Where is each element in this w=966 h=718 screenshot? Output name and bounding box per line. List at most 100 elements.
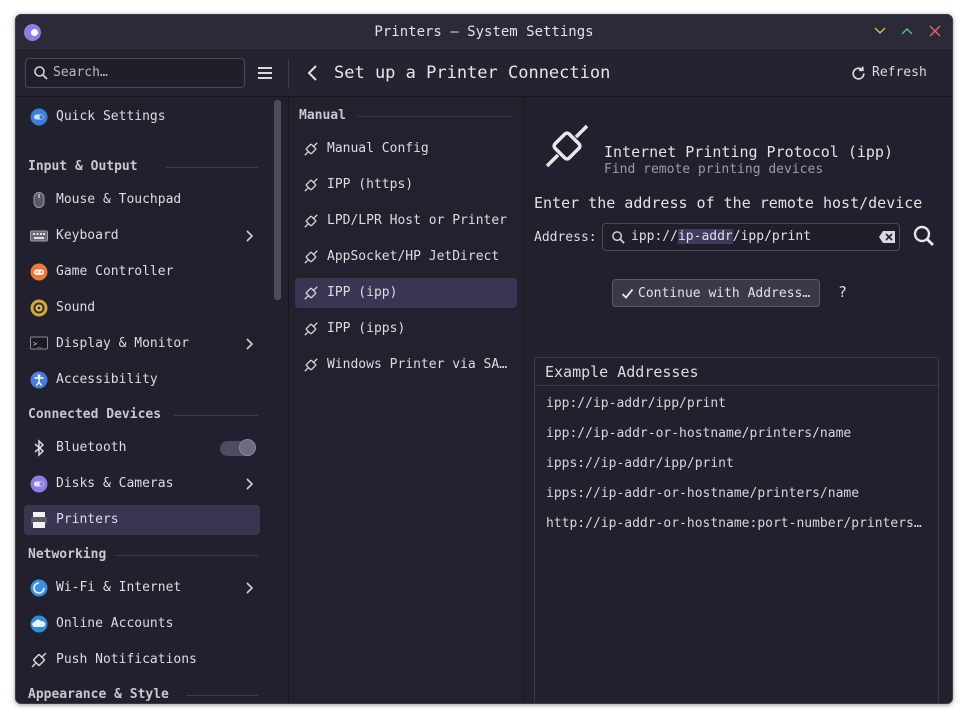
disks-icon	[30, 475, 48, 493]
category-divider	[357, 116, 513, 117]
category-divider	[116, 555, 258, 556]
search-input[interactable]: Search…	[25, 58, 245, 88]
window-title: Printers — System Settings	[374, 24, 594, 40]
plug-icon	[304, 322, 318, 336]
category-divider	[174, 415, 258, 416]
sidebar-item-keyboard[interactable]: Keyboard	[24, 221, 260, 251]
refresh-label: Refresh	[872, 65, 927, 80]
address-label: Address:	[534, 230, 597, 245]
sidebar: Quick Settings Input & Output Mouse & To…	[16, 97, 268, 703]
svg-text:>_: >_	[33, 340, 42, 348]
connection-detail-panel: Internet Printing Protocol (ipp) Find re…	[524, 97, 952, 703]
plug-icon	[304, 142, 318, 156]
sidebar-item-label: Keyboard	[56, 228, 119, 243]
sidebar-item-bluetooth[interactable]: Bluetooth	[24, 433, 260, 463]
address-suffix: /ipp/print	[732, 229, 812, 244]
continue-label: Continue with Address…	[638, 286, 811, 301]
category-manual: Manual	[299, 108, 346, 123]
connection-item-label: IPP (https)	[327, 177, 414, 192]
chevron-right-icon	[246, 338, 254, 350]
list-item[interactable]: ipps://ip-addr/ipp/print	[546, 456, 926, 471]
sidebar-scrollbar[interactable]	[274, 100, 281, 300]
example-addresses-box: Example Addresses ipp://ip-addr/ipp/prin…	[534, 357, 939, 703]
search-icon	[612, 231, 625, 244]
category-divider	[166, 167, 258, 168]
find-device-button[interactable]	[912, 223, 936, 249]
sidebar-item-sound[interactable]: Sound	[24, 293, 260, 323]
quick-settings-icon	[30, 108, 48, 126]
sidebar-item-label: Display & Monitor	[56, 336, 190, 351]
minimize-button[interactable]	[871, 22, 889, 40]
connection-item-label: Manual Config	[327, 141, 429, 156]
title-bar: Printers — System Settings	[16, 15, 952, 51]
back-arrow-icon[interactable]	[306, 64, 320, 82]
search-placeholder: Search…	[53, 65, 108, 80]
address-input[interactable]: ipp://ip-addr/ipp/print	[602, 223, 900, 251]
category-input-output: Input & Output	[28, 159, 138, 174]
sidebar-item-wifi[interactable]: Wi-Fi & Internet	[24, 573, 260, 603]
sidebar-item-online-accounts[interactable]: Online Accounts	[24, 609, 260, 639]
plug-icon	[545, 124, 589, 168]
accessibility-icon	[30, 371, 48, 389]
list-item[interactable]: ipp://ip-addr/ipp/print	[546, 396, 926, 411]
plug-icon	[304, 286, 318, 300]
settings-window: Printers — System Settings Search… Set u…	[15, 14, 953, 704]
plug-icon	[304, 178, 318, 192]
connection-item-ipps[interactable]: IPP (ipps)	[295, 314, 517, 344]
plug-icon	[304, 250, 318, 264]
sidebar-item-game-controller[interactable]: Game Controller	[24, 257, 260, 287]
header-bar: Search… Set up a Printer Connection Refr…	[16, 51, 952, 97]
example-addresses-header: Example Addresses	[535, 358, 938, 386]
connection-item-label: Windows Printer via SAMBA	[327, 357, 513, 372]
protocol-name: Internet Printing Protocol (ipp)	[604, 143, 893, 161]
mouse-icon	[33, 192, 45, 208]
bluetooth-icon	[34, 439, 45, 457]
clear-text-icon[interactable]	[879, 231, 895, 243]
connection-item-ipp-https[interactable]: IPP (https)	[295, 170, 517, 200]
maximize-button[interactable]	[898, 22, 916, 40]
connection-item-lpd[interactable]: LPD/LPR Host or Printer	[295, 206, 517, 236]
game-controller-icon	[30, 263, 48, 281]
sidebar-item-label: Game Controller	[56, 264, 174, 279]
hamburger-menu-icon[interactable]	[257, 65, 273, 81]
plug-icon	[31, 652, 47, 668]
address-value: ipp://ip-addr/ipp/print	[631, 229, 811, 244]
sidebar-item-printers[interactable]: Printers	[24, 505, 260, 535]
connection-item-appsocket[interactable]: AppSocket/HP JetDirect	[295, 242, 517, 272]
connection-type-list: Manual Manual Config IPP (https) LPD/LPR…	[289, 97, 523, 703]
connection-item-label: IPP (ipp)	[327, 285, 398, 300]
sidebar-item-accessibility[interactable]: Accessibility	[24, 365, 260, 395]
category-appearance: Appearance & Style	[28, 687, 169, 702]
display-icon: >_	[30, 336, 48, 350]
category-divider	[186, 695, 258, 696]
continue-button[interactable]: Continue with Address…	[612, 279, 820, 307]
close-icon	[929, 25, 941, 37]
connection-item-manual-config[interactable]: Manual Config	[295, 134, 517, 164]
connection-item-ipp[interactable]: IPP (ipp)	[295, 278, 517, 308]
sidebar-item-label: Printers	[56, 512, 119, 527]
sidebar-item-label: Disks & Cameras	[56, 476, 174, 491]
sidebar-item-label: Wi-Fi & Internet	[56, 580, 182, 595]
cloud-icon	[30, 615, 48, 633]
sidebar-item-disks[interactable]: Disks & Cameras	[24, 469, 260, 499]
plug-icon	[304, 358, 318, 372]
sidebar-item-quick-settings[interactable]: Quick Settings	[24, 102, 260, 132]
close-button[interactable]	[926, 22, 944, 40]
list-item[interactable]: ipp://ip-addr-or-hostname/printers/name	[546, 426, 926, 441]
page-title: Set up a Printer Connection	[334, 63, 611, 83]
sound-icon	[30, 299, 48, 317]
address-prefix: ipp://	[631, 229, 678, 244]
chevron-right-icon	[246, 230, 254, 242]
refresh-icon	[852, 66, 865, 80]
sidebar-item-mouse[interactable]: Mouse & Touchpad	[24, 185, 260, 215]
header-separator	[288, 59, 289, 89]
sidebar-item-push-notifications[interactable]: Push Notifications	[24, 645, 260, 675]
connection-item-label: LPD/LPR Host or Printer	[327, 213, 508, 228]
bluetooth-toggle[interactable]	[220, 439, 256, 456]
list-item[interactable]: ipps://ip-addr-or-hostname/printers/name	[546, 486, 926, 501]
help-button[interactable]: ?	[838, 283, 847, 301]
sidebar-item-display[interactable]: >_ Display & Monitor	[24, 329, 260, 359]
list-item[interactable]: http://ip-addr-or-hostname:port-number/p…	[546, 516, 926, 531]
checkmark-icon	[621, 288, 634, 299]
connection-item-samba[interactable]: Windows Printer via SAMBA	[295, 350, 517, 380]
